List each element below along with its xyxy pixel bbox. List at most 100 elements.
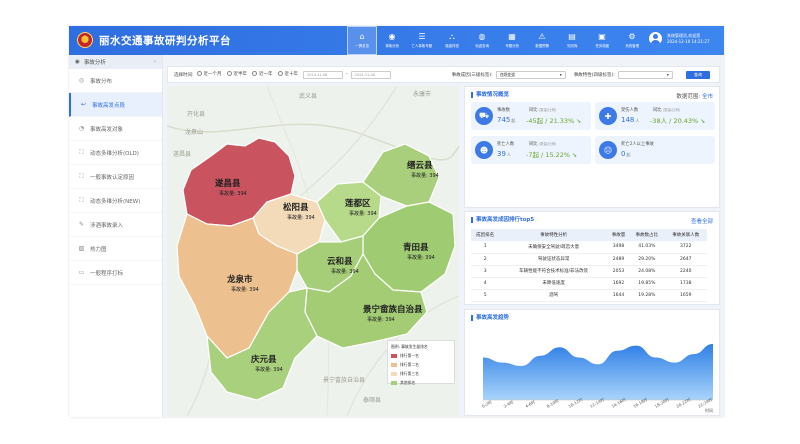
stat-card-1[interactable]: ✚ 受伤人数 148人 同比 (数量/比例) -38人 / 20.43% ➘ [595,102,715,130]
sidebar-header[interactable]: ◉ 事故分析 ‹ [69,55,162,69]
cause-select[interactable]: 违规变道 ▾ [495,70,566,79]
table-row[interactable]: 5 酒驾 1644 19.28% 1659 [471,289,707,302]
view-all-link[interactable]: 查看全部 [691,217,713,225]
region-stat: 事故量: 394 [411,172,439,179]
sidebar-item-label: 一般事故认定原因 [90,174,135,181]
time-option-2[interactable]: 近一年 [252,71,273,77]
region-stat: 事故量: 394 [367,316,395,323]
multi-death-icon: ☹ [599,141,617,159]
sidebar-item-0[interactable]: ◎ 事故分布 [69,69,162,93]
legend-label: 排行第二名 [400,362,419,367]
feature-select[interactable]: ▾ [617,70,673,79]
user-info[interactable]: 系统管理员,欢迎您 2024-12-10 14:21:27 [649,32,709,45]
radio-circle-icon [277,71,283,77]
nav-item-6[interactable]: ⚠ 数据预警 [527,26,557,55]
filter-bar: 选择时间: 近一个月 近半年 近一年 近十年 2024-11-08 - 2024-11… [167,66,720,83]
sidebar-item-7[interactable]: ▨ 热力图 [69,237,162,261]
basemap-place-label: 开化县 [187,110,205,118]
ranking-cell: 未确保安全驾驶/疏忽大意 [499,241,608,254]
region-stat: 事故量: 394 [287,214,315,221]
nav-item-label: 系统管理 [625,44,639,48]
trend-chart[interactable]: 0-2时 2-4时 4-6时 8-10时 10-12时 12-14时 14-16时 16-18… [465,310,721,417]
frame-icon: ⛶ [79,172,84,180]
frame-icon: ⛶ [79,196,84,204]
time-option-label: 近一个月 [203,71,222,77]
region-name: 龙泉市 [226,274,253,285]
yoy-value: -38人 / 20.43% ➘ [650,117,706,125]
stat-card-3[interactable]: ☹ 死亡2人以上事故 0起 [595,136,715,164]
top-bar: 丽水交通事故研判分析平台 ⌂ 一屏总览 ◉ 事故分析 ☰ 亡人事故专题 ⛬ 隐患排查 ◍ 轨迹查询… [69,26,724,55]
data-scope-value[interactable]: 全市 [702,94,713,100]
region-name: 景宁畲族自治县 [363,304,423,315]
sidebar-item-4[interactable]: ⛶ 一般事故认定原因 [69,165,162,189]
data-scope-label: 数据范围: [676,94,701,100]
ranking-header-0: 成因排名 [471,229,500,241]
region-stat: 事故量: 394 [331,268,359,275]
feature-filter-label: 事故特性(四级标签): [573,72,615,78]
ranking-cell: 3722 [664,241,707,254]
avatar-icon[interactable] [649,32,662,45]
app-window: 丽水交通事故研判分析平台 ⌂ 一屏总览 ◉ 事故分析 ☰ 亡人事故专题 ⛬ 隐患排查 ◍ 轨迹查询… [69,26,724,417]
table-row[interactable]: 4 未降低速度 1692 19.85% 1738 [471,277,707,290]
ranking-header-2: 事故量 [607,229,630,241]
stat-card-2[interactable]: ☻ 死亡人数 39人 同比 (数量/比例) -7起 / 15.22% ➘ [471,136,591,164]
sidebar-item-8[interactable]: ▭ 一般程序打标 [69,261,162,285]
time-option-1[interactable]: 近半年 [226,71,247,77]
sidebar-item-label: 动态多维分析(OLD) [90,150,139,157]
app-title: 丽水交通事故研判分析平台 [99,35,231,47]
nav-item-5[interactable]: ▦ 专题分析 [497,26,527,55]
car-accident-icon: ⛟ [475,107,493,125]
nav-item-label: 轨迹查询 [475,44,489,48]
basemap-place-label: 龙泉山 [185,128,203,136]
down-arrow-icon: ➘ [576,118,582,125]
time-option-3[interactable]: 近十年 [277,71,299,77]
nav-item-2[interactable]: ☰ 亡人事故专题 [407,26,437,55]
sidebar-item-2[interactable]: ◔ 事故高发对象 [69,117,162,141]
end-date-input[interactable]: 2024-11-08 [350,70,391,79]
map-panel[interactable]: 遂昌县 事故量: 394 松阳县 事故量: 394 莲都区 事故量: 394 缙云县 事故量:… [167,86,459,416]
basemap-place-label: 景宁畲族自治县 [323,376,365,384]
sidebar-item-3[interactable]: ⛶ 动态多维分析(OLD) [69,141,162,165]
table-row[interactable]: 1 未确保安全驾驶/疏忽大意 3498 41.03% 3722 [471,241,707,254]
nav-item-4[interactable]: ◍ 轨迹查询 [467,26,497,55]
start-date-input[interactable]: 2024-11-08 [303,70,344,79]
nav-item-0[interactable]: ⌂ 一屏总览 [347,26,377,55]
nav-item-9[interactable]: ⚙ 系统管理 [617,26,647,55]
grid-icon: ▦ [508,32,516,41]
collapse-icon[interactable]: ‹ [154,59,156,65]
yoy-hint: (数量/比例) [662,108,681,112]
sidebar-item-6[interactable]: ✎ 涉酒事故录入 [69,213,162,237]
nodes-icon: ⛬ [449,32,455,41]
nav-item-1[interactable]: ◉ 事故分析 [377,26,407,55]
doc-icon: ▭ [78,269,85,276]
warning-icon: ⚠ [538,32,546,41]
sidebar: ◉ 事故分析 ‹ ◎ 事故分布 ↩ 事故高发点段 ◔ 事故高发对象 ⛶ 动态多维分析(OLD)… [69,55,163,417]
stat-card-label: 死亡2人以上事故 [621,142,654,147]
region-name: 青田县 [403,242,429,253]
radio-circle-icon [226,71,232,77]
legend-item-3: 其他排名 [391,380,451,386]
sidebar-item-label: 动态多维分析(NEW) [90,198,141,205]
ranking-cell: 2 [471,253,500,266]
nav-item-label: 任务调度 [595,44,609,48]
sidebar-item-label: 热力图 [90,246,107,253]
ranking-cell: 5 [471,289,500,302]
data-scope[interactable]: 数据范围: 全市 [676,92,713,100]
sidebar-item-1[interactable]: ↩ 事故高发点段 [69,93,162,117]
nav-item-7[interactable]: ▤ 知识库 [557,26,587,55]
time-option-0[interactable]: 近一个月 [196,71,222,77]
legend-label: 排行第一名 [400,353,419,358]
trend-area[interactable] [483,343,713,400]
nav-item-3[interactable]: ⛬ 隐患排查 [437,26,467,55]
query-button[interactable]: 查询 [686,71,710,79]
table-row[interactable]: 2 驾驶证状态异常 2489 29.20% 2647 [471,253,707,266]
basemap-place-label: 遂昌县 [173,150,191,158]
stat-card-0[interactable]: ⛟ 事故数 745起 同比 (数量/比例) -45起 / 21.33% ➘ [471,102,591,130]
sidebar-item-5[interactable]: ⛶ 动态多维分析(NEW) [69,189,162,213]
legend-item-2: 排行第三名 [391,371,451,377]
stat-card-value: 0起 [621,150,631,158]
nav-item-8[interactable]: ▣ 任务调度 [587,26,617,55]
table-row[interactable]: 3 车辆性能不符合技术标准/非法改装 2053 24.08% 2240 [471,265,707,278]
time-filter-label: 选择时间: [174,72,194,78]
time-option-label: 近十年 [284,71,299,77]
